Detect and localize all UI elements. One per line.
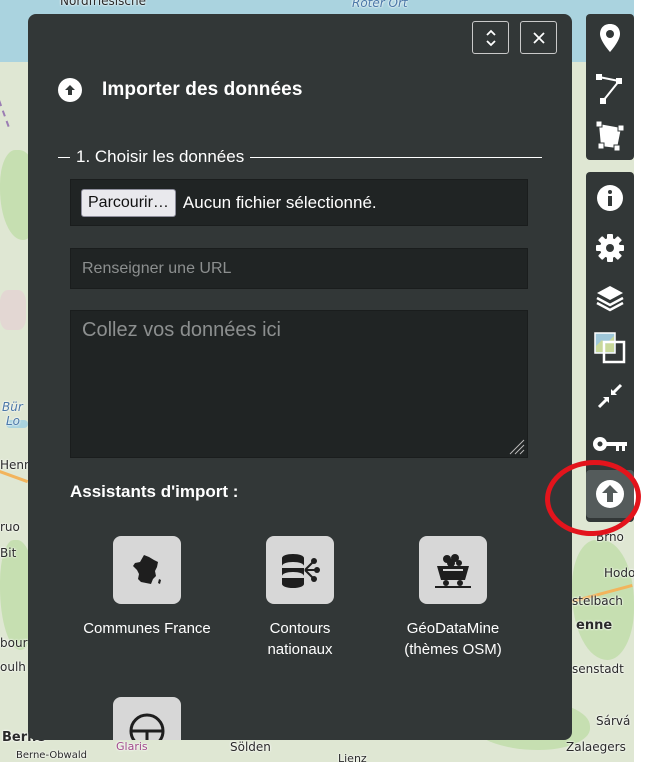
import-panel: Importer des données 1. Choisir les donn… <box>28 14 572 740</box>
assistant-contours-nationaux[interactable]: Contours nationaux <box>220 536 380 660</box>
assistant-label: nationaux <box>267 641 333 658</box>
url-placeholder: Renseigner une URL <box>82 259 232 277</box>
assistant-label: GéoDataMine <box>406 620 500 637</box>
close-panel-button[interactable] <box>520 21 557 54</box>
draw-polygon-button[interactable] <box>586 112 634 160</box>
marker-icon <box>600 24 620 52</box>
center-map-icon <box>597 383 623 409</box>
country-border <box>0 100 10 127</box>
divider <box>250 156 542 158</box>
tilelayer-icon <box>594 332 626 364</box>
map-label: Lo <box>6 414 21 428</box>
expand-panel-button[interactable] <box>472 21 509 54</box>
key-icon <box>593 437 627 451</box>
layers-button[interactable] <box>586 274 634 322</box>
upload-icon <box>58 78 82 102</box>
map-label: Glaris <box>116 740 148 753</box>
france-map-icon[interactable] <box>113 536 181 604</box>
map-label: Roter Ort <box>352 0 408 10</box>
edit-toolbar <box>586 14 634 160</box>
map-label: Lienz <box>338 752 367 762</box>
change-tilelayer-button[interactable] <box>586 324 634 372</box>
map-label: oulh <box>0 660 26 674</box>
map-label: Zalaegers <box>566 740 626 754</box>
map-label: Sölden <box>230 740 271 754</box>
map-label: Sárvá <box>596 714 631 728</box>
map-label: ruo <box>0 520 20 534</box>
assistant-partial[interactable] <box>67 697 227 740</box>
steering-wheel-icon[interactable] <box>113 697 181 740</box>
assistant-communes-france[interactable]: Communes France <box>67 536 227 639</box>
polygon-icon <box>595 120 625 152</box>
map-label: stelbach <box>572 594 623 608</box>
file-status: Aucun fichier sélectionné. <box>182 192 377 212</box>
divider <box>58 156 70 158</box>
info-icon <box>597 185 623 211</box>
paste-data-textarea[interactable]: Collez vos données ici <box>70 310 528 458</box>
browse-button[interactable]: Parcourir… <box>81 188 176 217</box>
assistant-label: Communes France <box>83 620 211 637</box>
url-input[interactable]: Renseigner une URL <box>70 248 528 289</box>
assistants-title: Assistants d'import : <box>70 482 239 501</box>
legend-text: 1. Choisir les données <box>76 147 245 166</box>
assistant-label: (thèmes OSM) <box>404 641 502 658</box>
urban-area <box>0 290 26 330</box>
map-label: Bür <box>2 400 23 414</box>
map-label: senstadt <box>572 662 624 676</box>
map-info-button[interactable] <box>586 174 634 222</box>
draw-line-button[interactable] <box>586 64 634 112</box>
panel-header: Importer des données <box>58 78 303 102</box>
panel-title: Importer des données <box>102 79 303 100</box>
gear-icon <box>596 234 624 262</box>
database-icon[interactable] <box>266 536 334 604</box>
map-label: Bit <box>0 546 17 560</box>
draw-marker-button[interactable] <box>586 14 634 62</box>
map-label: enne <box>576 618 613 633</box>
map-label: Henn <box>0 458 32 472</box>
assistant-geodatamine[interactable]: GéoDataMine (thèmes OSM) <box>373 536 533 660</box>
expand-icon <box>485 29 496 46</box>
mine-cart-icon[interactable] <box>419 536 487 604</box>
resize-grip-icon[interactable] <box>507 437 525 455</box>
page-edge <box>634 0 647 762</box>
fieldset-legend: 1. Choisir les données <box>58 147 542 167</box>
layers-icon <box>596 286 624 312</box>
file-input[interactable]: Parcourir… Aucun fichier sélectionné. <box>70 179 528 226</box>
polyline-icon <box>596 74 622 104</box>
map-label: Hodo <box>604 566 634 580</box>
paste-placeholder: Collez vos données ici <box>82 319 281 341</box>
center-map-button[interactable] <box>586 372 634 420</box>
map-settings-button[interactable] <box>586 224 634 272</box>
map-label: Nordfriesische <box>60 0 146 8</box>
close-icon <box>532 31 545 44</box>
assistant-label: Contours <box>269 620 331 637</box>
map-label: Berne-Obwald <box>16 750 87 761</box>
